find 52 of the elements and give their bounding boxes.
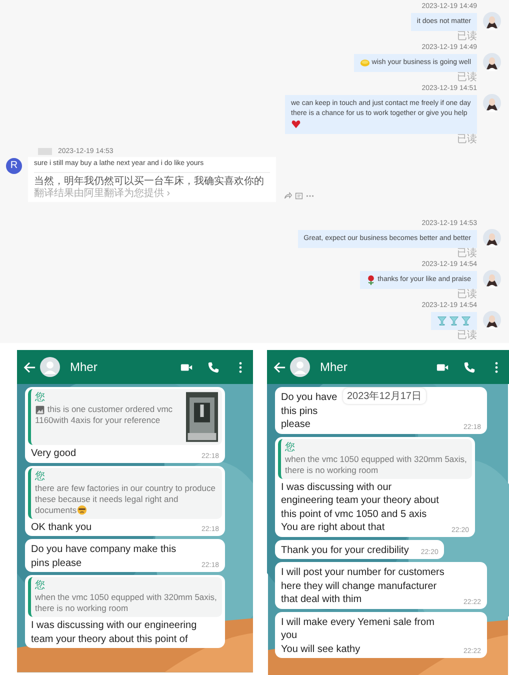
read-status: 已读 (457, 331, 477, 341)
read-status: 已读 (457, 249, 477, 259)
avatar-icon (483, 311, 501, 329)
quote-icon[interactable] (295, 192, 303, 200)
back-icon[interactable] (273, 360, 286, 374)
sender-name-blur (38, 148, 52, 155)
message-text: Do you have company make this pins please (30, 543, 178, 570)
back-icon[interactable] (23, 360, 36, 374)
read-status: 已读 (457, 73, 477, 83)
read-status: 已读 (457, 32, 477, 42)
phone-icon[interactable] (207, 360, 220, 374)
quote-author: 您 (35, 580, 46, 592)
message-text: I will post your number for customers here they will change manufacturer that deal with thim (280, 566, 446, 607)
avatar-icon (483, 94, 501, 112)
avatar-icon (483, 12, 501, 30)
coin-icon (360, 58, 370, 68)
contact-name[interactable]: Mher (64, 360, 166, 374)
heart-icon (291, 119, 301, 129)
avatar-icon[interactable] (40, 357, 60, 377)
avatar-icon (483, 53, 501, 71)
message-text: Do you have (281, 392, 338, 403)
rose-icon (366, 275, 376, 285)
glass-icon (437, 316, 447, 326)
quoted-text: there are few factories in our country to produce these because it needs legal right and documents (35, 482, 216, 516)
avatar-icon[interactable] (290, 357, 310, 377)
avatar-icon (483, 229, 501, 247)
quoted-text: this is one customer ordered vmc 1160with 4axis for your reference (35, 404, 174, 426)
glass-icon (449, 316, 459, 326)
quote-author: 您 (285, 442, 296, 454)
contact-name[interactable]: Mher (314, 360, 422, 374)
translation-text: 当然，明年我仍然可以买一台车床，我确实喜欢你的 (34, 174, 265, 187)
message-text: I was discussing with our engineering team your theory about this point of (30, 619, 198, 646)
date-chip: 2023年12月17日 (343, 388, 426, 404)
quoted-text: when the vmc 1050 equpped with 320mm 5axis, there is no working room (285, 454, 468, 476)
avatar-icon (483, 270, 501, 288)
read-status: 已读 (457, 290, 477, 300)
quote-author: 您 (35, 392, 46, 404)
message-text: OK thank you (30, 520, 93, 534)
share-icon[interactable] (284, 192, 292, 200)
avatar: R (6, 158, 22, 174)
phone-icon[interactable] (463, 360, 476, 374)
quote-author: 您 (35, 470, 46, 482)
message-text: this pins (281, 406, 318, 416)
message-text: I was discussing with our engineering team your theory about this point of vmc 1050 and 5 axis You are right about that (280, 480, 440, 535)
image-icon (35, 404, 45, 415)
read-status: 已读 (457, 134, 477, 145)
message-text: Thank you for your credibility (280, 544, 410, 558)
quoted-text: when the vmc 1050 equpped with 320mm 5axis, there is no working room (35, 592, 218, 614)
message-text: I will make every Yemeni sale from you You will see kathy (280, 616, 436, 656)
message-text: Very good (30, 447, 78, 460)
message-text: please (281, 419, 310, 430)
glass-icon (461, 316, 471, 326)
